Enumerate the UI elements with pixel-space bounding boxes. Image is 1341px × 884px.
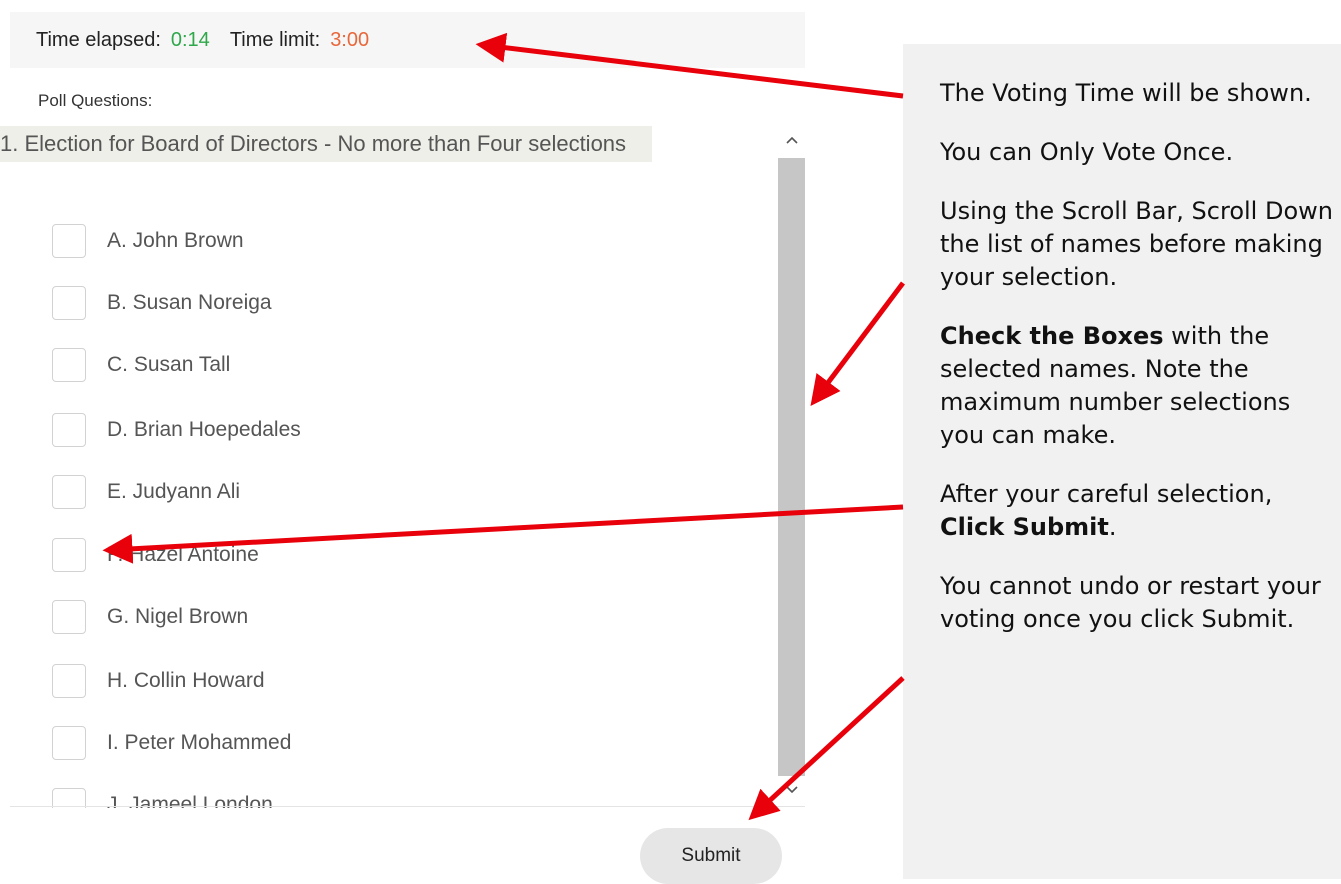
scrollbar-thumb[interactable] xyxy=(778,158,805,776)
option-checkbox[interactable] xyxy=(52,726,86,760)
arrow-to-scrollbar xyxy=(810,281,905,406)
option-item: J. Jameel London xyxy=(52,786,273,808)
option-item: F. Hazel Antoine xyxy=(52,536,259,574)
help-panel: The Voting Time will be shown. You can O… xyxy=(903,44,1341,879)
help-voting-time: The Voting Time will be shown. xyxy=(940,79,1312,107)
option-label[interactable]: C. Susan Tall xyxy=(107,353,230,377)
help-submit: After your careful selection, Click Subm… xyxy=(940,478,1340,544)
help-no-undo: You cannot undo or restart your voting o… xyxy=(940,572,1321,633)
option-label[interactable]: E. Judyann Ali xyxy=(107,480,240,504)
option-item: D. Brian Hoepedales xyxy=(52,411,301,449)
help-check-boxes-bold: Check the Boxes xyxy=(940,322,1164,350)
divider xyxy=(10,806,805,807)
help-vote-once: You can Only Vote Once. xyxy=(940,138,1234,166)
option-checkbox[interactable] xyxy=(52,664,86,698)
option-item: B. Susan Noreiga xyxy=(52,284,272,322)
chevron-up-icon xyxy=(785,136,798,144)
option-item: G. Nigel Brown xyxy=(52,598,248,636)
option-item: A. John Brown xyxy=(52,222,244,260)
option-item: H. Collin Howard xyxy=(52,662,265,700)
help-scroll: Using the Scroll Bar, Scroll Down the li… xyxy=(940,197,1333,291)
option-label[interactable]: D. Brian Hoepedales xyxy=(107,418,301,442)
limit-label: Time limit: xyxy=(229,28,321,51)
option-label[interactable]: B. Susan Noreiga xyxy=(107,291,272,315)
option-label[interactable]: I. Peter Mohammed xyxy=(107,731,291,755)
option-item: I. Peter Mohammed xyxy=(52,724,291,762)
question-title: 1. Election for Board of Directors - No … xyxy=(0,126,652,162)
elapsed-label: Time elapsed: xyxy=(36,28,161,51)
option-label[interactable]: A. John Brown xyxy=(107,229,244,253)
timer-bar: Time elapsed: 0:14 Time limit: 3:00 xyxy=(10,12,805,68)
help-check-boxes: Check the Boxes with the selected names.… xyxy=(940,320,1340,452)
option-label[interactable]: G. Nigel Brown xyxy=(107,605,248,629)
option-checkbox[interactable] xyxy=(52,788,86,808)
option-checkbox[interactable] xyxy=(52,600,86,634)
option-checkbox[interactable] xyxy=(52,224,86,258)
option-item: E. Judyann Ali xyxy=(52,473,240,511)
help-submit-post: . xyxy=(1108,513,1117,541)
option-checkbox[interactable] xyxy=(52,413,86,447)
help-submit-pre: After your careful selection, xyxy=(940,480,1273,508)
elapsed-value: 0:14 xyxy=(170,28,210,51)
poll-questions-label: Poll Questions: xyxy=(38,91,153,110)
option-checkbox[interactable] xyxy=(52,348,86,382)
option-checkbox[interactable] xyxy=(52,286,86,320)
option-label[interactable]: H. Collin Howard xyxy=(107,669,265,693)
scroll-down-button[interactable] xyxy=(778,772,805,808)
chevron-down-icon xyxy=(785,786,798,794)
poll-scroll-area: 1. Election for Board of Directors - No … xyxy=(0,122,805,808)
option-checkbox[interactable] xyxy=(52,475,86,509)
option-label[interactable]: F. Hazel Antoine xyxy=(107,543,259,567)
limit-value: 3:00 xyxy=(330,28,370,51)
help-submit-bold: Click Submit xyxy=(940,513,1109,541)
option-item: C. Susan Tall xyxy=(52,346,230,384)
submit-button[interactable]: Submit xyxy=(640,828,782,884)
option-checkbox[interactable] xyxy=(52,538,86,572)
poll-scrollbar[interactable] xyxy=(778,122,805,808)
scroll-up-button[interactable] xyxy=(778,122,805,158)
